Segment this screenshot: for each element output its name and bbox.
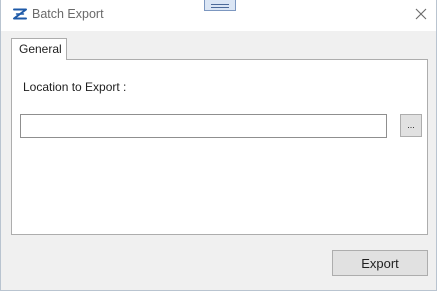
- close-button[interactable]: [409, 5, 433, 25]
- batch-export-app-icon: [13, 8, 27, 20]
- browse-button[interactable]: ...: [400, 114, 422, 137]
- window-title: Batch Export: [32, 7, 104, 21]
- drag-handle[interactable]: [204, 0, 236, 11]
- export-location-input[interactable]: [20, 114, 387, 138]
- tab-general-label: General: [19, 42, 62, 56]
- export-button[interactable]: Export: [332, 250, 428, 276]
- batch-export-dialog: Batch Export General Location to Export …: [0, 0, 437, 291]
- close-icon: [415, 8, 427, 20]
- general-tab-panel: Location to Export : ...: [11, 59, 428, 235]
- tab-general[interactable]: General: [11, 38, 67, 60]
- title-bar[interactable]: Batch Export: [1, 0, 436, 31]
- location-to-export-label: Location to Export :: [23, 80, 127, 94]
